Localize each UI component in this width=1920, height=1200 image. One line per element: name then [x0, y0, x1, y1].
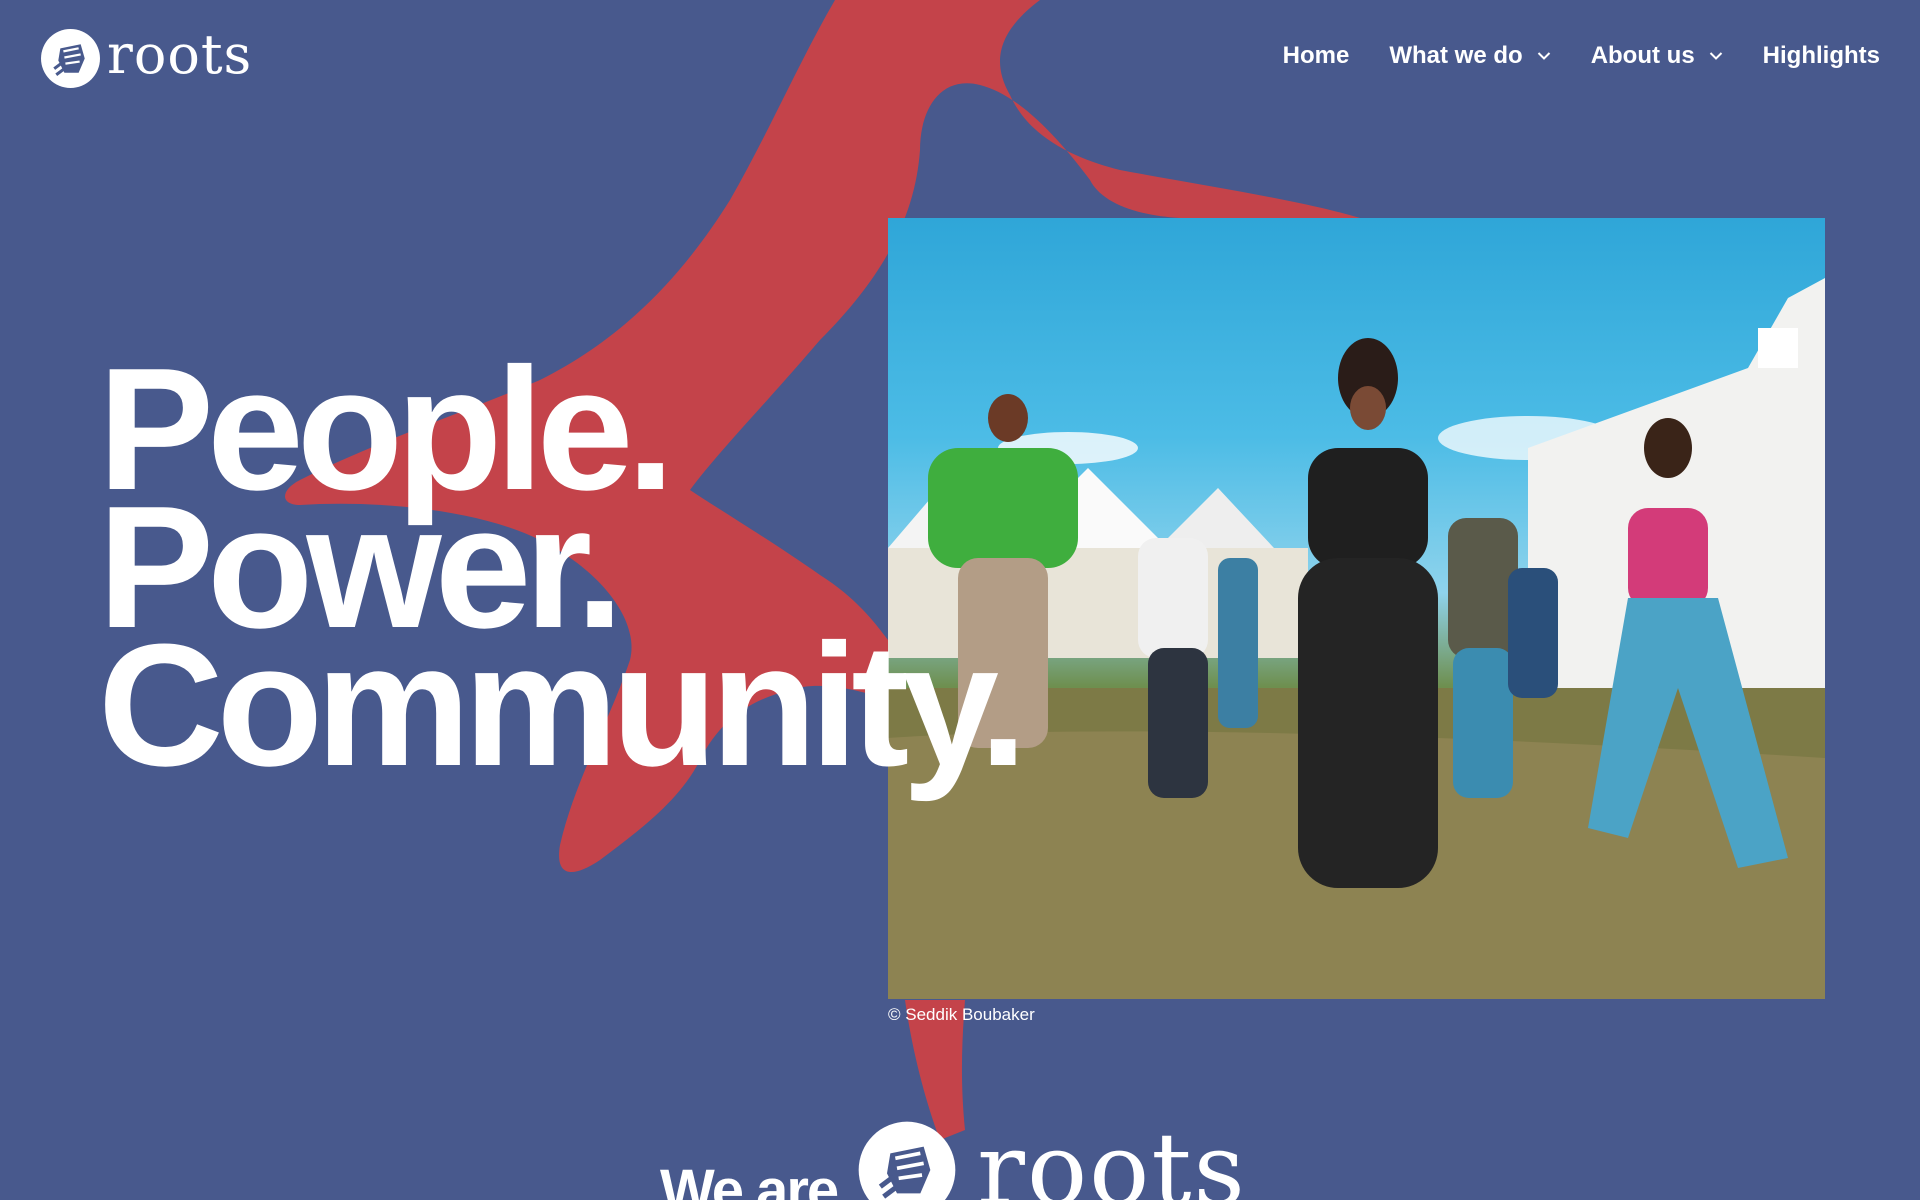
nav-about-us[interactable]: About us	[1591, 42, 1723, 70]
site-header: roots Home What we do About us Highlight…	[0, 0, 1920, 118]
photo-credit: © Seddik Boubaker	[888, 1005, 1035, 1024]
headline-line-community: Community.	[98, 607, 1027, 802]
brand-logo[interactable]: roots	[40, 22, 253, 89]
hero-headline: People. Power. Community.	[98, 342, 1027, 802]
chevron-down-icon	[1537, 52, 1550, 60]
fist-roots-logo-icon	[41, 29, 100, 88]
main-nav: Home What we do About us Highlights	[1283, 42, 1880, 70]
strap-prefix: We are	[660, 1158, 839, 1200]
nav-what-we-do[interactable]: What we do	[1389, 42, 1550, 70]
nav-what-we-do-label: What we do	[1389, 42, 1523, 69]
nav-highlights[interactable]: Highlights	[1763, 42, 1880, 70]
we-are-roots-strap: We are roots	[660, 1120, 1247, 1200]
nav-about-us-label: About us	[1590, 42, 1695, 69]
page: roots Home What we do About us Highlight…	[0, 0, 1920, 1200]
nav-home-label: Home	[1282, 42, 1350, 69]
hero-photo-illustration	[888, 278, 1825, 999]
fist-roots-logo-icon	[858, 1121, 956, 1200]
chevron-down-icon	[1709, 52, 1722, 60]
hero-photo	[888, 218, 1825, 999]
brand-name: roots	[107, 22, 253, 86]
strap-brand-name: roots	[977, 1111, 1247, 1200]
nav-highlights-label: Highlights	[1762, 42, 1880, 69]
nav-home[interactable]: Home	[1283, 42, 1350, 70]
